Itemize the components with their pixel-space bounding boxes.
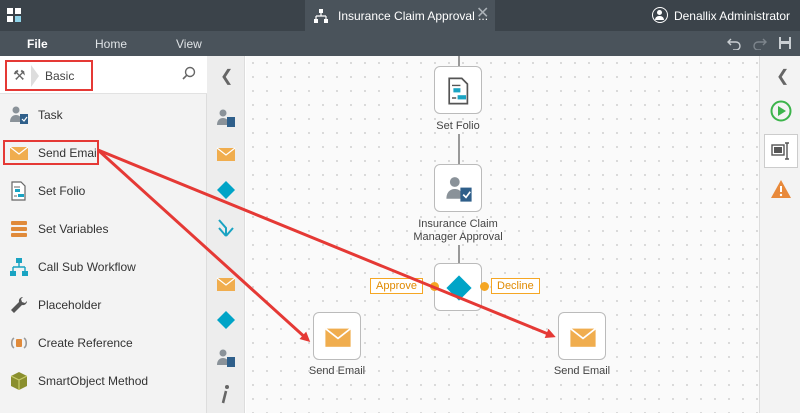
toolbox-item-placeholder[interactable]: Placeholder [0,286,207,324]
warning-icon[interactable] [770,178,792,200]
stack-icon [11,221,27,237]
menu-actions [719,36,792,51]
breadcrumb-chevron-icon [31,65,39,87]
menu-home[interactable]: Home [95,37,127,51]
node-manager-approval[interactable] [434,164,482,212]
task-icon[interactable] [216,108,236,128]
cube-icon [10,372,28,390]
title-bar: Insurance Claim Approval ... ✕ Denallix … [0,0,800,31]
toolbox-item-label: Task [38,108,63,122]
reference-icon [10,337,28,349]
task-icon [10,106,28,124]
node-set-folio[interactable] [434,66,482,114]
toolbox-item-task[interactable]: Task [0,96,207,134]
toolbox-item-set-folio[interactable]: Set Folio [0,172,207,210]
menu-view[interactable]: View [176,37,202,51]
connector-line [458,245,460,263]
task-icon[interactable] [216,348,236,368]
decision-icon[interactable] [216,180,236,200]
toolbox-item-smartobject-method[interactable]: SmartObject Method [0,362,207,400]
node-label: Set Folio [436,120,480,132]
document-tab[interactable]: Insurance Claim Approval ... ✕ [305,0,495,31]
toolbox-item-label: Set Folio [38,184,86,198]
wrench-icon [11,296,28,313]
toolbox-item-call-sub-workflow[interactable]: Call Sub Workflow [0,248,207,286]
node-decision[interactable] [434,263,482,311]
envelope-icon [569,327,597,347]
undo-icon[interactable] [727,36,741,51]
decision-icon[interactable] [216,310,236,330]
app-launcher-icon[interactable] [7,8,21,22]
toolbox-category-breadcrumb[interactable]: ⚒ Basic [5,60,93,91]
toolbox-panel: ⚒ Basic Task Send Email Set Folio Set Va… [0,56,207,413]
info-icon[interactable] [216,384,236,404]
node-label: Send Email [553,365,611,377]
collapse-right-icon[interactable]: ❮ [776,66,789,86]
toolbox-strip: ❮ [207,56,245,413]
envelope-icon[interactable] [216,144,236,164]
toolbox-item-label: Create Reference [38,336,133,350]
menu-file[interactable]: File [27,37,48,51]
user-name: Denallix Administrator [673,9,790,23]
set-folio-icon [448,77,469,105]
toolbox-item-set-variables[interactable]: Set Variables [0,210,207,248]
save-icon[interactable] [778,36,792,50]
toolbox-item-label: SmartObject Method [38,374,149,388]
close-icon[interactable]: ✕ [476,6,489,22]
node-label-line2: Manager Approval [413,231,503,243]
redo-icon[interactable] [752,36,767,51]
connector-line [458,56,460,66]
search-icon[interactable] [182,66,196,80]
outcome-decline-port[interactable] [480,282,489,291]
envelope-icon [324,327,352,347]
toolbox-item-label: Set Variables [38,222,109,236]
document-tab-title: Insurance Claim Approval ... [338,9,489,23]
outcome-approve-label[interactable]: Approve [370,278,423,294]
hierarchy-icon [10,258,28,276]
toolbox-category-label: Basic [45,69,75,83]
toolbox-item-create-reference[interactable]: Create Reference [0,324,207,362]
toolbox-item-label: Placeholder [38,298,102,312]
connector-line [458,134,460,164]
toolbox-header: ⚒ Basic [0,56,207,94]
user-menu[interactable]: Denallix Administrator [651,7,790,25]
user-avatar-icon [651,7,668,23]
node-send-email-left[interactable] [313,312,361,360]
properties-icon[interactable] [770,140,792,162]
toolbox-item-label: Call Sub Workflow [38,260,136,274]
right-panel-strip: ❮ [759,56,800,413]
node-label: Send Email [308,365,366,377]
run-icon[interactable] [770,100,792,122]
envelope-icon[interactable] [216,274,236,294]
collapse-left-icon[interactable]: ❮ [220,66,233,86]
task-icon [446,177,472,202]
node-label-line1: Insurance Claim [418,218,498,230]
set-folio-icon [11,181,26,201]
node-send-email-right[interactable] [558,312,606,360]
send-email-highlight [3,140,99,165]
split-arrow-icon[interactable] [216,218,236,238]
decision-icon [446,275,472,301]
outcome-decline-label[interactable]: Decline [491,278,540,294]
workflow-canvas[interactable]: Set Folio Insurance Claim Manager Approv… [246,56,759,413]
outcome-approve-port[interactable] [430,282,439,291]
tools-icon: ⚒ [13,67,26,83]
menu-bar: File Home View [0,31,800,56]
workflow-icon [314,9,328,23]
